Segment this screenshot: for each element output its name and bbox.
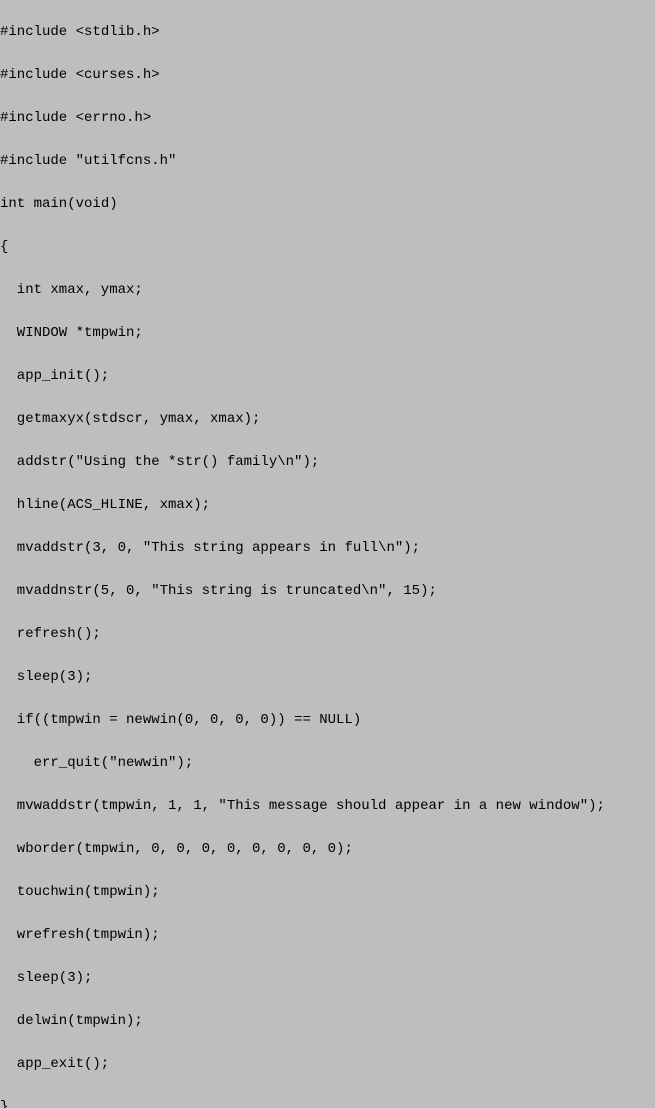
code-line: {: [0, 237, 655, 259]
code-line: mvaddnstr(5, 0, "This string is truncate…: [0, 581, 655, 603]
code-line: #include "utilfcns.h": [0, 151, 655, 173]
code-line: mvwaddstr(tmpwin, 1, 1, "This message sh…: [0, 796, 655, 818]
code-line: app_exit();: [0, 1054, 655, 1076]
code-line: #include <curses.h>: [0, 65, 655, 87]
code-line: mvaddstr(3, 0, "This string appears in f…: [0, 538, 655, 560]
code-line: refresh();: [0, 624, 655, 646]
code-line: getmaxyx(stdscr, ymax, xmax);: [0, 409, 655, 431]
code-line: }: [0, 1097, 655, 1108]
code-line: addstr("Using the *str() family\n");: [0, 452, 655, 474]
code-line: delwin(tmpwin);: [0, 1011, 655, 1033]
code-line: app_init();: [0, 366, 655, 388]
code-line: wrefresh(tmpwin);: [0, 925, 655, 947]
code-line: #include <stdlib.h>: [0, 22, 655, 44]
code-line: #include <errno.h>: [0, 108, 655, 130]
code-line: int xmax, ymax;: [0, 280, 655, 302]
code-line: sleep(3);: [0, 968, 655, 990]
code-line: int main(void): [0, 194, 655, 216]
code-line: hline(ACS_HLINE, xmax);: [0, 495, 655, 517]
code-block: #include <stdlib.h> #include <curses.h> …: [0, 0, 655, 1108]
code-line: if((tmpwin = newwin(0, 0, 0, 0)) == NULL…: [0, 710, 655, 732]
code-line: touchwin(tmpwin);: [0, 882, 655, 904]
code-line: wborder(tmpwin, 0, 0, 0, 0, 0, 0, 0, 0);: [0, 839, 655, 861]
code-line: err_quit("newwin");: [0, 753, 655, 775]
code-line: sleep(3);: [0, 667, 655, 689]
code-line: WINDOW *tmpwin;: [0, 323, 655, 345]
